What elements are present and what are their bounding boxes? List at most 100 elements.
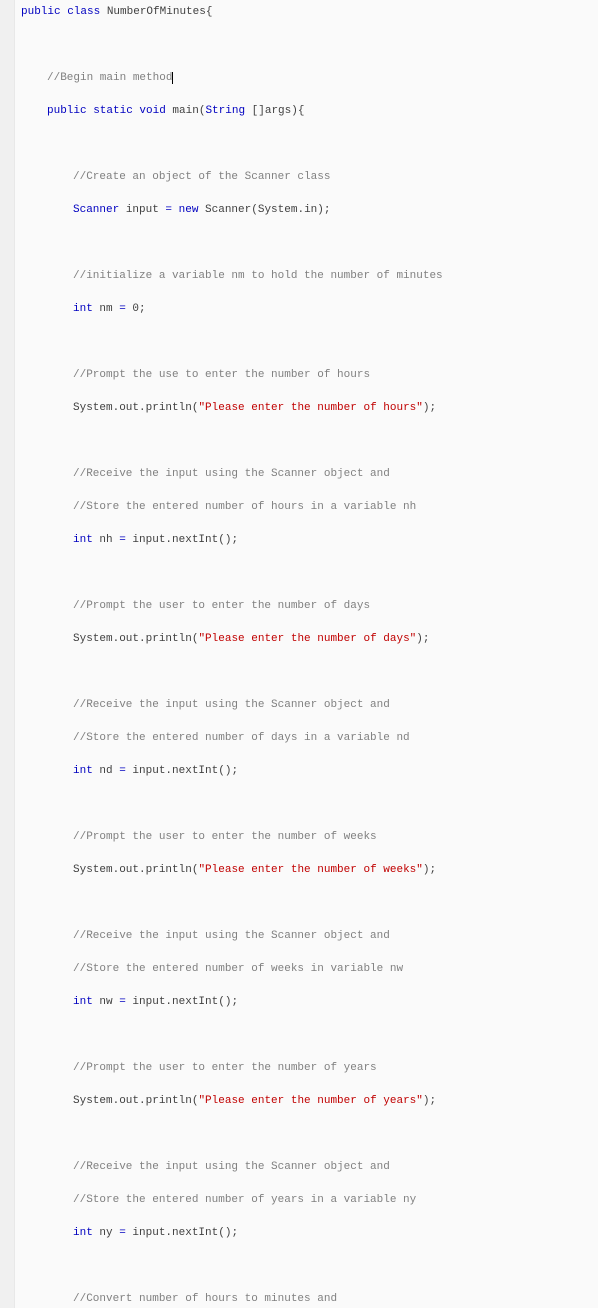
token-id: ; (139, 303, 146, 315)
code-line (21, 235, 592, 252)
token-kw: = (119, 996, 132, 1008)
code-line: //Receive the input using the Scanner ob… (21, 466, 592, 483)
token-str: "Please enter the number of years" (198, 1095, 422, 1107)
token-kw: = (119, 534, 132, 546)
code-line (21, 664, 592, 681)
code-line: //Receive the input using the Scanner ob… (21, 1159, 592, 1176)
code-line (21, 433, 592, 450)
token-kw: public class (21, 6, 107, 18)
token-id: .out.println( (113, 864, 199, 876)
token-com: //Begin main method (47, 72, 172, 84)
code-line: System.out.println("Please enter the num… (21, 631, 592, 648)
token-com: //Receive the input using the Scanner ob… (73, 930, 390, 942)
code-line: //Convert number of hours to minutes and (21, 1291, 592, 1308)
token-kw: = (119, 765, 132, 777)
token-id: nd (99, 765, 119, 777)
token-com: //Prompt the user to enter the number of… (73, 1062, 377, 1074)
code-line: //Store the entered number of weeks in v… (21, 961, 592, 978)
code-line (21, 1258, 592, 1275)
token-com: //Store the entered number of years in a… (73, 1194, 416, 1206)
code-line: int ny = input.nextInt(); (21, 1225, 592, 1242)
code-line (21, 1126, 592, 1143)
code-line: //Receive the input using the Scanner ob… (21, 697, 592, 714)
editor-gutter (0, 0, 15, 1308)
token-sys: System (73, 633, 113, 645)
token-str: "Please enter the number of days" (198, 633, 416, 645)
token-id: input (126, 204, 166, 216)
token-kw: int (73, 765, 99, 777)
code-line: //Begin main method (21, 70, 592, 87)
token-kw: = new (165, 204, 205, 216)
token-kw: int (73, 303, 99, 315)
token-type: Scanner (73, 204, 126, 216)
token-id: .out.println( (113, 1095, 199, 1107)
code-line (21, 334, 592, 351)
token-str: "Please enter the number of hours" (198, 402, 422, 414)
token-id: input.nextInt(); (132, 1227, 238, 1239)
code-line (21, 136, 592, 153)
code-area[interactable]: public class NumberOfMinutes{ //Begin ma… (15, 0, 598, 1308)
token-kw: int (73, 1227, 99, 1239)
code-line (21, 1027, 592, 1044)
token-kw: public static void (47, 105, 172, 117)
token-com: //Prompt the user to enter the number of… (73, 600, 370, 612)
token-id: main( (172, 105, 205, 117)
token-id: nw (99, 996, 119, 1008)
token-com: //Convert number of hours to minutes and (73, 1293, 337, 1305)
token-id: []args){ (252, 105, 305, 117)
code-line: int nd = input.nextInt(); (21, 763, 592, 780)
token-str: "Please enter the number of weeks" (198, 864, 422, 876)
code-line: System.out.println("Please enter the num… (21, 1093, 592, 1110)
token-kw: int (73, 534, 99, 546)
code-line (21, 796, 592, 813)
code-line: //Prompt the user to enter the number of… (21, 1060, 592, 1077)
token-id: input.nextInt(); (132, 534, 238, 546)
token-id: nh (99, 534, 119, 546)
code-line: //Store the entered number of days in a … (21, 730, 592, 747)
code-line: //initialize a variable nm to hold the n… (21, 268, 592, 285)
token-kw: = (119, 303, 132, 315)
token-sys: System (73, 1095, 113, 1107)
token-com: //Receive the input using the Scanner ob… (73, 699, 390, 711)
token-sys: System (73, 402, 113, 414)
token-kw: int (73, 996, 99, 1008)
code-line: Scanner input = new Scanner(System.in); (21, 202, 592, 219)
code-line: //Create an object of the Scanner class (21, 169, 592, 186)
token-com: //Store the entered number of weeks in v… (73, 963, 403, 975)
token-id: ); (423, 1095, 436, 1107)
code-line (21, 37, 592, 54)
token-id: .out.println( (113, 402, 199, 414)
token-com: //Receive the input using the Scanner ob… (73, 468, 390, 480)
token-com: //Prompt the user to enter the number of… (73, 831, 377, 843)
token-id: input.nextInt(); (132, 996, 238, 1008)
token-com: //initialize a variable nm to hold the n… (73, 270, 443, 282)
code-line: int nm = 0; (21, 301, 592, 318)
code-line (21, 895, 592, 912)
token-sys: System (258, 204, 298, 216)
code-line: //Store the entered number of years in a… (21, 1192, 592, 1209)
token-com: //Receive the input using the Scanner ob… (73, 1161, 390, 1173)
token-id: .out.println( (113, 633, 199, 645)
token-cursor (172, 72, 173, 84)
code-line: //Prompt the user to enter the number of… (21, 598, 592, 615)
token-cls: NumberOfMinutes{ (107, 6, 213, 18)
token-id: nm (99, 303, 119, 315)
code-line: int nw = input.nextInt(); (21, 994, 592, 1011)
code-line: //Prompt the user to enter the number of… (21, 829, 592, 846)
code-line: public class NumberOfMinutes{ (21, 4, 592, 21)
code-line: //Store the entered number of hours in a… (21, 499, 592, 516)
code-line: //Receive the input using the Scanner ob… (21, 928, 592, 945)
code-line: public static void main(String []args){ (21, 103, 592, 120)
token-id: Scanner( (205, 204, 258, 216)
token-id: ); (416, 633, 429, 645)
code-line: //Prompt the use to enter the number of … (21, 367, 592, 384)
token-id: ); (423, 864, 436, 876)
code-line (21, 565, 592, 582)
code-line: System.out.println("Please enter the num… (21, 862, 592, 879)
code-line: int nh = input.nextInt(); (21, 532, 592, 549)
token-sys: in (304, 204, 317, 216)
token-id: input.nextInt(); (132, 765, 238, 777)
code-editor: public class NumberOfMinutes{ //Begin ma… (0, 0, 598, 1308)
token-sys: System (73, 864, 113, 876)
token-type: String (205, 105, 251, 117)
